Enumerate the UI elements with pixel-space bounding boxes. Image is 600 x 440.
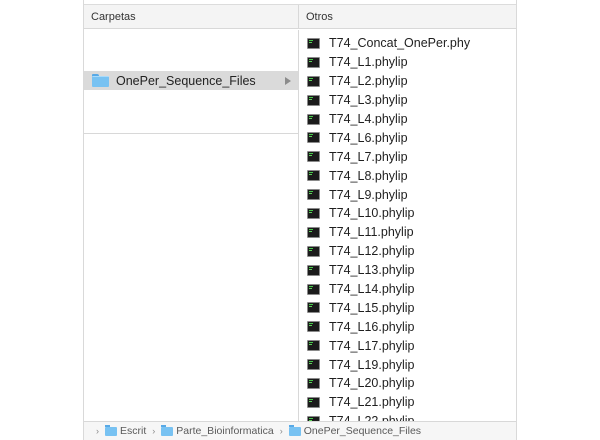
file-row[interactable]: T74_L13.phylip	[299, 261, 516, 280]
file-name: T74_L3.phylip	[329, 93, 408, 108]
file-name: T74_L9.phylip	[329, 187, 408, 202]
file-row[interactable]: T74_L8.phylip	[299, 166, 516, 185]
terminal-document-icon	[307, 56, 320, 68]
column-header-folders[interactable]: Carpetas	[84, 5, 299, 29]
file-name: T74_L15.phylip	[329, 300, 415, 315]
file-name: T74_L2.phylip	[329, 74, 408, 89]
file-name: T74_L13.phylip	[329, 263, 415, 278]
terminal-document-icon	[307, 94, 320, 106]
file-row[interactable]: T74_L16.phylip	[299, 317, 516, 336]
terminal-document-icon	[307, 151, 320, 163]
file-row[interactable]: T74_L15.phylip	[299, 298, 516, 317]
file-row[interactable]: T74_Concat_OnePer.phy	[299, 34, 516, 53]
terminal-document-icon	[307, 170, 320, 182]
file-name: T74_L14.phylip	[329, 282, 415, 297]
file-row[interactable]: T74_L14.phylip	[299, 280, 516, 299]
column-header-folders-label: Carpetas	[91, 11, 136, 23]
terminal-document-icon	[307, 340, 320, 352]
folder-icon	[92, 74, 109, 87]
terminal-document-icon	[307, 207, 320, 219]
file-name: T74_L6.phylip	[329, 130, 408, 145]
terminal-document-icon	[307, 377, 320, 389]
terminal-document-icon	[307, 245, 320, 257]
terminal-document-icon	[307, 113, 320, 125]
path-crumb-oneper[interactable]: OnePer_Sequence_Files	[288, 424, 421, 437]
folder-row-oneper-sequence-files[interactable]: OnePer_Sequence_Files	[84, 71, 298, 90]
terminal-document-icon	[307, 37, 320, 49]
file-name: T74_L16.phylip	[329, 319, 415, 334]
file-row[interactable]: T74_L7.phylip	[299, 147, 516, 166]
terminal-document-icon	[307, 321, 320, 333]
file-row[interactable]: T74_L17.phylip	[299, 336, 516, 355]
folder-icon	[288, 424, 301, 436]
file-name: T74_Concat_OnePer.phy	[329, 36, 471, 51]
folder-name: OnePer_Sequence_Files	[116, 73, 256, 88]
folders-column: OnePer_Sequence_Files	[84, 30, 299, 422]
file-row[interactable]: T74_L12.phylip	[299, 242, 516, 261]
file-name: T74_L17.phylip	[329, 338, 415, 353]
file-name: T74_L19.phylip	[329, 357, 415, 372]
path-crumb-bioinformatica[interactable]: Parte_Bioinformatica	[161, 424, 274, 437]
file-row[interactable]: T74_L10.phylip	[299, 204, 516, 223]
file-name: T74_L7.phylip	[329, 149, 408, 164]
file-row[interactable]: T74_L20.phylip	[299, 374, 516, 393]
path-separator-icon: ›	[96, 426, 99, 436]
terminal-document-icon	[307, 226, 320, 238]
file-name: T74_L12.phylip	[329, 244, 415, 259]
file-name: T74_L10.phylip	[329, 206, 415, 221]
path-bar: › Escrit › Parte_Bioinformatica › OnePer…	[84, 421, 516, 440]
file-row[interactable]: T74_L2.phylip	[299, 72, 516, 91]
file-row[interactable]: T74_L3.phylip	[299, 91, 516, 110]
terminal-document-icon	[307, 396, 320, 408]
file-name: T74_L8.phylip	[329, 168, 408, 183]
path-separator-icon: ›	[279, 426, 283, 436]
file-name: T74_L4.phylip	[329, 112, 408, 126]
file-row[interactable]: T74_L6.phylip	[299, 128, 516, 147]
terminal-document-icon	[307, 283, 320, 295]
terminal-document-icon	[307, 189, 320, 201]
path-separator-icon: ›	[152, 426, 156, 436]
terminal-document-icon	[307, 302, 320, 314]
folder-icon	[105, 424, 117, 436]
file-name: T74_L11.phylip	[329, 225, 414, 240]
finder-window: Carpetas Otros OnePer_Sequence_Files T74…	[83, 0, 517, 440]
file-name: T74_L1.phylip	[329, 55, 408, 70]
file-row[interactable]: T74_L9.phylip	[299, 185, 516, 204]
file-row[interactable]: T74_L4.phylip	[299, 110, 516, 129]
column-header-others-label: Otros	[306, 11, 333, 23]
pane-divider	[84, 133, 298, 134]
column-header-others[interactable]: Otros	[299, 5, 516, 29]
terminal-document-icon	[307, 264, 320, 276]
folder-icon	[161, 424, 174, 436]
file-row[interactable]: T74_L19.phylip	[299, 355, 516, 374]
file-row[interactable]: T74_L21.phylip	[299, 393, 516, 412]
terminal-document-icon	[307, 75, 320, 87]
file-name: T74_L21.phylip	[329, 395, 415, 410]
file-row[interactable]: T74_L11.phylip	[299, 223, 516, 242]
terminal-document-icon	[307, 359, 320, 371]
terminal-document-icon	[307, 132, 320, 144]
chevron-right-icon	[285, 76, 291, 85]
files-column: T74_Concat_OnePer.phy T74_L1.phylip T74_L2…	[299, 30, 516, 422]
file-row[interactable]: T74_L1.phylip	[299, 53, 516, 72]
file-name: T74_L20.phylip	[329, 376, 415, 391]
path-crumb-escritorio[interactable]: Escrit	[105, 424, 146, 437]
